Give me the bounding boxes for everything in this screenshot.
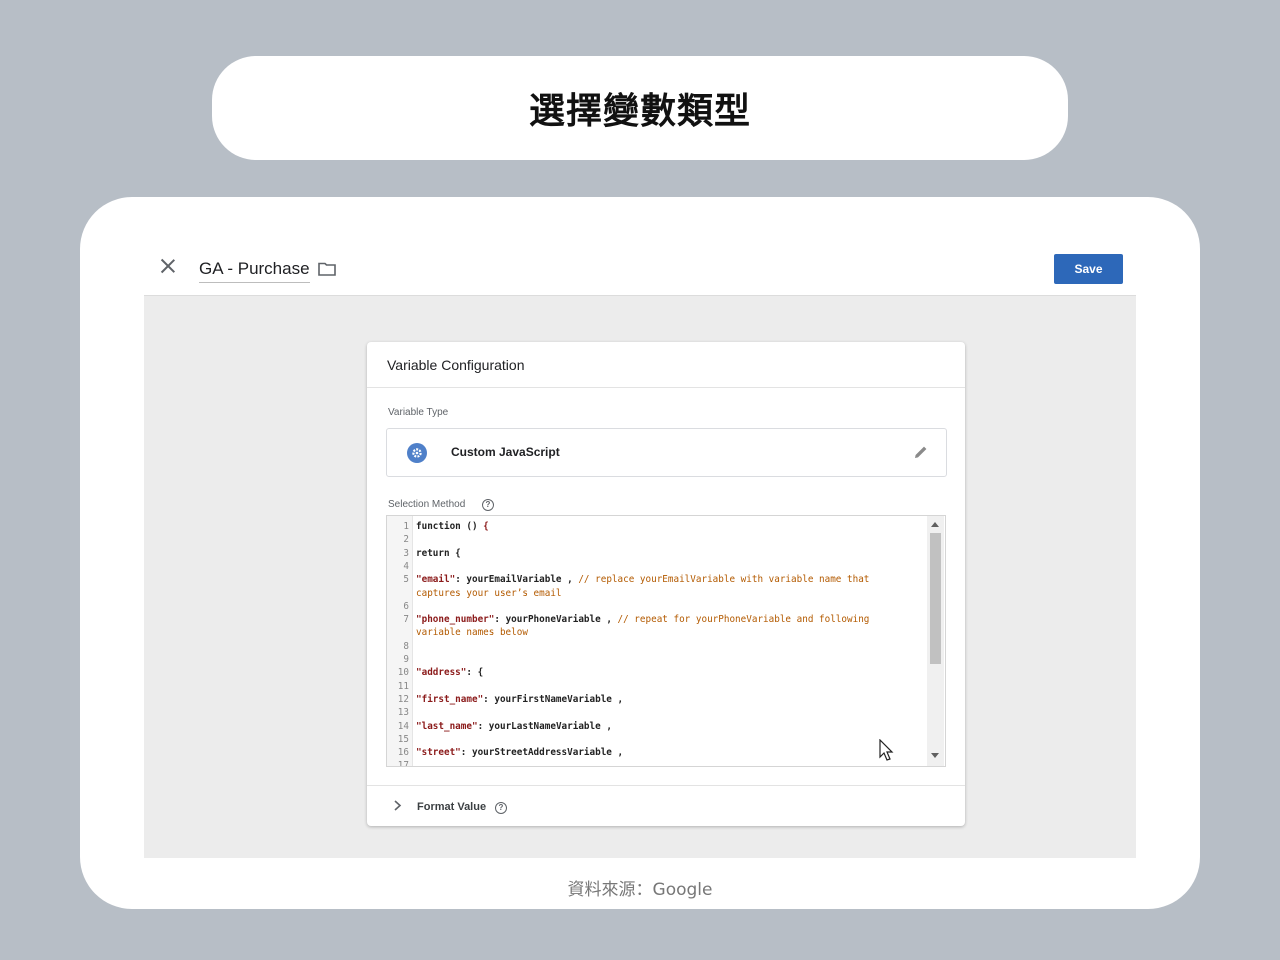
code-text: "address": { [416, 667, 484, 679]
chevron-right-icon[interactable] [393, 800, 402, 811]
save-button[interactable]: Save [1054, 254, 1123, 284]
code-line: 2 [387, 533, 927, 546]
line-number: 15 [397, 733, 409, 745]
code-line: 13 [387, 706, 927, 719]
mouse-cursor-icon [879, 739, 894, 761]
help-icon[interactable]: ? [482, 499, 494, 511]
help-icon[interactable]: ? [495, 802, 507, 814]
code-text: return { [416, 547, 461, 559]
variable-name-field[interactable]: GA - Purchase [199, 259, 310, 283]
code-line: 8 [387, 640, 927, 653]
code-line: 12 "first_name": yourFirstNameVariable , [387, 693, 927, 706]
folder-icon[interactable] [318, 261, 336, 276]
code-line: 9 [387, 653, 927, 666]
line-number: 3 [403, 547, 409, 559]
variable-type-selector[interactable]: Custom JavaScript [386, 428, 947, 477]
code-line: 10 "address": { [387, 666, 927, 679]
workspace-area: Variable Configuration Variable Type Cus… [144, 296, 1136, 858]
code-text: "phone_number": yourPhoneVariable , // r… [416, 614, 870, 626]
code-text: captures your user’s email [416, 587, 562, 599]
line-number: 7 [403, 614, 409, 626]
code-line: 17 [387, 759, 927, 767]
line-number: 11 [397, 680, 409, 692]
line-number: 12 [397, 693, 409, 705]
code-editor[interactable]: 1 function () { 2 3 return { 4 5 "email": yourE… [386, 515, 946, 767]
format-value-toggle[interactable]: Format Value [417, 801, 486, 813]
panel-title: Variable Configuration [387, 357, 525, 373]
code-line: 14 "last_name": yourLastNameVariable , [387, 720, 927, 733]
line-number: 10 [397, 667, 409, 679]
variable-type-name: Custom JavaScript [451, 445, 560, 459]
line-number: 9 [403, 654, 409, 665]
gear-icon [407, 443, 427, 463]
scroll-up-arrow-icon[interactable] [931, 522, 939, 527]
pencil-icon[interactable] [913, 444, 929, 460]
line-number: 5 [403, 574, 409, 586]
line-number: 8 [403, 640, 409, 652]
screenshot-card: GA - Purchase Save Variable Configuratio… [80, 197, 1200, 909]
slide-title-banner: 選擇變數類型 [212, 56, 1068, 160]
scroll-down-arrow-icon[interactable] [931, 753, 939, 758]
code-text: function () { [416, 521, 489, 532]
code-line: 6 [387, 600, 927, 613]
code-line: variable names below [387, 626, 927, 639]
close-icon[interactable] [160, 258, 176, 274]
code-text: "last_name": yourLastNameVariable , [416, 720, 612, 732]
line-number: 14 [397, 720, 409, 732]
line-number: 2 [403, 534, 409, 546]
line-number: 6 [403, 600, 409, 612]
gtm-screenshot: GA - Purchase Save Variable Configuratio… [144, 237, 1136, 858]
line-number: 17 [397, 760, 409, 767]
panel-header: Variable Configuration [367, 342, 965, 388]
code-line: captures your user’s email [387, 587, 927, 600]
line-number: 1 [403, 521, 409, 532]
top-bar: GA - Purchase Save [144, 237, 1136, 296]
code-line: 15 [387, 733, 927, 746]
scrollbar-thumb[interactable] [930, 533, 941, 664]
code-text: "street": yourStreetAddressVariable , [416, 747, 624, 759]
code-line: 1 function () { [387, 520, 927, 533]
code-text: variable names below [416, 627, 528, 639]
code-text: "first_name": yourFirstNameVariable , [416, 693, 624, 705]
selection-method-label: Selection Method [388, 499, 466, 510]
code-line: 4 [387, 560, 927, 573]
code-line: 7 "phone_number": yourPhoneVariable , // … [387, 613, 927, 626]
code-text: "email": yourEmailVariable , // replace … [416, 574, 870, 586]
source-caption: 資料來源：Google [567, 880, 713, 900]
slide-title: 選擇變數類型 [528, 91, 751, 132]
code-line: 16 "street": yourStreetAddressVariable , [387, 746, 927, 759]
code-line: 11 [387, 680, 927, 693]
line-number: 16 [397, 747, 409, 759]
code-line: 3 return { [387, 547, 927, 560]
line-number: 13 [397, 707, 409, 719]
variable-type-label: Variable Type [388, 407, 449, 418]
variable-configuration-panel: Variable Configuration Variable Type Cus… [367, 342, 965, 826]
divider [367, 785, 965, 786]
line-number: 4 [403, 560, 409, 572]
code-line: 5 "email": yourEmailVariable , // replace… [387, 573, 927, 586]
